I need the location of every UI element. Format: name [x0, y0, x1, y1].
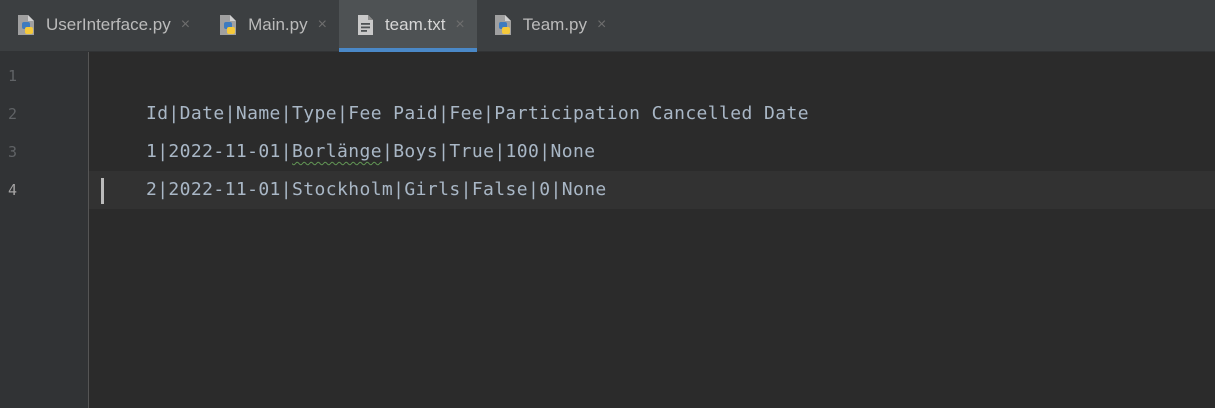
python-file-icon	[216, 13, 240, 37]
line-number-current: 4	[8, 181, 18, 199]
code-line[interactable]: Id|Date|Name|Type|Fee Paid|Fee|Participa…	[101, 57, 809, 124]
text-editor[interactable]: 1 2 3 4 Id|Date|Name|Type|Fee Paid|Fee|P…	[0, 52, 1215, 408]
close-icon[interactable]: ×	[597, 17, 606, 33]
python-file-icon	[14, 13, 38, 37]
code-line-text: 2|2022-11-01|Stockholm|Girls|False|0|Non…	[145, 179, 607, 200]
close-icon[interactable]: ×	[181, 17, 190, 33]
python-file-icon	[491, 13, 515, 37]
tab-label: Main.py	[248, 15, 308, 34]
text-file-icon	[353, 13, 377, 37]
text-cursor	[101, 178, 104, 204]
close-icon[interactable]: ×	[318, 17, 327, 33]
code-line[interactable]: 1|2022-11-01|Borlänge|Boys|True|100|None	[101, 95, 595, 162]
editor-tab-bar: UserInterface.py × Main.py × team.txt × …	[0, 0, 1215, 52]
code-line-current[interactable]	[101, 171, 146, 209]
line-number: 3	[8, 143, 18, 161]
tab-label: team.txt	[384, 15, 446, 34]
tab-team-txt[interactable]: team.txt ×	[338, 0, 477, 52]
tab-label: UserInterface.py	[46, 15, 171, 34]
code-line[interactable]: 2|2022-11-01|Stockholm|Girls|False|0|Non…	[101, 133, 607, 200]
line-number: 1	[8, 67, 18, 85]
line-number: 2	[8, 105, 18, 123]
tab-main-py[interactable]: Main.py ×	[202, 0, 339, 50]
tab-label: Team.py	[522, 15, 588, 34]
close-icon[interactable]: ×	[455, 17, 464, 33]
line-number-gutter: 1 2 3 4	[0, 52, 89, 408]
tab-userinterface-py[interactable]: UserInterface.py ×	[0, 0, 202, 50]
tab-team-py[interactable]: Team.py ×	[477, 0, 619, 50]
